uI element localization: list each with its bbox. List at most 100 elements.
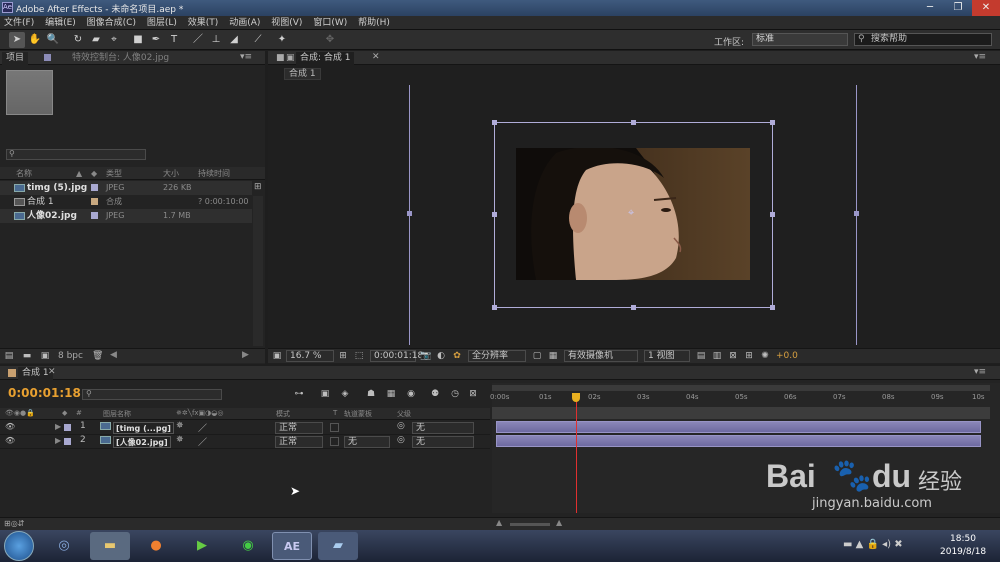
track-matte-select[interactable]: 无	[344, 436, 390, 448]
project-item-row[interactable]: timg (5).jpg JPEG 226 KB	[0, 181, 252, 195]
layer-row[interactable]: 👁 ▶ 2 [人像02.jpg] ✵ ／ 正常 无 ◎ 无	[0, 435, 490, 449]
col-mode[interactable]: 模式	[276, 409, 290, 419]
always-preview-icon[interactable]: ▣	[272, 351, 282, 361]
menu-edit[interactable]: 编辑(E)	[41, 16, 80, 30]
toggle-switches-icon[interactable]: ⊞◎⇵	[4, 519, 24, 528]
col-type[interactable]: 类型	[106, 167, 122, 180]
panel-lock-icon[interactable]: ■	[276, 53, 285, 63]
snapshot-icon[interactable]: 📷	[420, 351, 431, 361]
menu-help[interactable]: 帮助(H)	[354, 16, 394, 30]
selection-tool-icon[interactable]: ➤	[9, 32, 25, 48]
toggle-pixel-icon[interactable]: ▤	[696, 351, 706, 361]
live-update-icon[interactable]: ▣	[320, 389, 330, 399]
text-tool-icon[interactable]: T	[166, 32, 182, 48]
timeline-icon[interactable]: ⊠	[728, 351, 738, 361]
preserve-transparency-checkbox[interactable]	[330, 423, 339, 432]
col-t[interactable]: T	[333, 409, 337, 417]
rectangle-tool-icon[interactable]: ■	[130, 32, 146, 48]
expand-arrow-icon[interactable]: ▶	[55, 422, 61, 431]
new-folder-icon[interactable]: ▬	[22, 351, 32, 361]
label-color-swatch[interactable]	[64, 438, 71, 445]
brush-tool-icon[interactable]: ／	[190, 32, 206, 48]
layer-duration-bar[interactable]	[496, 435, 981, 447]
tab-close-icon[interactable]: ✕	[48, 367, 56, 377]
parent-pickwhip-icon[interactable]: ◎	[397, 421, 405, 431]
zoom-tool-icon[interactable]: 🔍	[45, 32, 61, 48]
minimize-button[interactable]: ─	[916, 0, 944, 16]
rotate-tool-icon[interactable]: ↻	[70, 32, 86, 48]
browser-icon[interactable]: ◉	[228, 532, 268, 560]
workspace-select[interactable]: 标准	[752, 33, 848, 46]
col-name[interactable]: 名称	[16, 167, 32, 180]
transparency-grid-icon[interactable]: ▦	[548, 351, 558, 361]
tab-composition[interactable]: 合成: 合成 1	[296, 52, 355, 65]
panel-menu-icon[interactable]: ▾≡	[974, 367, 986, 377]
layer-row[interactable]: 👁 ▶ 1 [timg (...pg] ✵ ／ 正常 ◎ 无	[0, 421, 490, 435]
firefox-icon[interactable]: ●	[136, 532, 176, 560]
maximize-button[interactable]: ❐	[944, 0, 972, 16]
auto-keyframe-icon[interactable]: ◷	[450, 389, 460, 399]
time-ruler[interactable]: 0:00s 01s 02s 03s 04s 05s 06s 07s 08s 09s 10s	[490, 393, 990, 405]
graph-editor-icon[interactable]: ⊠	[468, 389, 478, 399]
menu-layer[interactable]: 图层(L)	[143, 16, 181, 30]
zoom-out-icon[interactable]: ▲	[496, 518, 502, 527]
layer-name[interactable]: [timg (...pg]	[113, 422, 174, 434]
layer-name[interactable]: [人像02.jpg]	[113, 436, 171, 448]
quality-switch-icon[interactable]: ／	[198, 421, 207, 434]
col-size[interactable]: 大小	[163, 167, 179, 180]
blend-mode-select[interactable]: 正常	[275, 422, 323, 434]
project-item-row[interactable]: 合成 1 合成 ? 0:00:10:00	[0, 195, 252, 209]
zoom-in-icon[interactable]: ▲	[556, 518, 562, 527]
views-select[interactable]: 1 视图	[644, 350, 690, 362]
notepad-icon[interactable]: ▰	[318, 532, 358, 560]
axis-mode-icon[interactable]: ✥	[322, 32, 338, 48]
tab-close-icon[interactable]: ✕	[372, 52, 380, 62]
collapse-switch-icon[interactable]: ✵	[176, 435, 184, 445]
fast-preview-icon[interactable]: ▥	[712, 351, 722, 361]
close-button[interactable]: ✕	[972, 0, 1000, 16]
layer-search-input[interactable]	[82, 389, 222, 400]
show-snapshot-icon[interactable]: ◐	[436, 351, 446, 361]
visibility-eye-icon[interactable]: 👁	[5, 422, 15, 431]
work-area-range[interactable]	[492, 407, 990, 419]
panel-menu-icon[interactable]: ▾≡	[240, 52, 252, 62]
zoom-slider[interactable]	[510, 523, 550, 526]
menu-file[interactable]: 文件(F)	[0, 16, 38, 30]
clock-date[interactable]: 2019/8/18	[940, 547, 986, 557]
layer-duration-bar[interactable]	[496, 421, 981, 433]
col-trkmat[interactable]: 轨道蒙板	[344, 409, 372, 419]
pan-behind-tool-icon[interactable]: ⌖	[106, 32, 122, 48]
comp-subtab[interactable]: 合成 1	[284, 68, 321, 80]
menu-animation[interactable]: 动画(A)	[225, 16, 264, 30]
hand-tool-icon[interactable]: ✋	[27, 32, 43, 48]
camera-select[interactable]: 有效摄像机	[564, 350, 638, 362]
bpc-toggle[interactable]: 8 bpc	[58, 351, 83, 361]
playhead-line[interactable]	[576, 393, 578, 513]
help-search-input[interactable]: 搜索帮助	[854, 33, 992, 46]
preserve-transparency-checkbox[interactable]	[330, 437, 339, 446]
interpret-footage-icon[interactable]: ▤	[4, 351, 14, 361]
zoom-select[interactable]: 16.7 %	[286, 350, 334, 362]
collapse-switch-icon[interactable]: ✵	[176, 421, 184, 431]
tray-icons[interactable]: ▬ ▲ 🔒 ◂) ✖	[843, 539, 903, 550]
motion-blur-icon[interactable]: ◉	[406, 389, 416, 399]
menu-effect[interactable]: 效果(T)	[184, 16, 223, 30]
quality-switch-icon[interactable]: ／	[198, 435, 207, 448]
menu-view[interactable]: 视图(V)	[267, 16, 306, 30]
label-color-swatch[interactable]	[64, 424, 71, 431]
timeline-current-time[interactable]: 0:00:01:18	[8, 386, 81, 400]
clock-time[interactable]: 18:50	[950, 534, 976, 544]
anchor-point-icon[interactable]: ⌖	[628, 206, 634, 220]
viewer-timecode[interactable]: 0:00:01:18	[370, 350, 423, 362]
draft-3d-icon[interactable]: ◈	[340, 389, 350, 399]
trash-icon[interactable]: 🗑	[92, 351, 103, 361]
brainstorm-icon[interactable]: ⚉	[430, 389, 440, 399]
eraser-tool-icon[interactable]: ◢	[226, 32, 242, 48]
comp-mini-flowchart-icon[interactable]: ⊶	[294, 389, 304, 399]
region-of-interest-icon[interactable]: ▢	[532, 351, 542, 361]
mask-toggle-icon[interactable]: ⬚	[354, 351, 364, 361]
exposure-value[interactable]: +0.0	[776, 351, 798, 361]
scroll-right-icon[interactable]: ▶	[242, 350, 249, 360]
scroll-left-icon[interactable]: ◀	[110, 350, 117, 360]
work-area-bar[interactable]	[492, 385, 990, 391]
